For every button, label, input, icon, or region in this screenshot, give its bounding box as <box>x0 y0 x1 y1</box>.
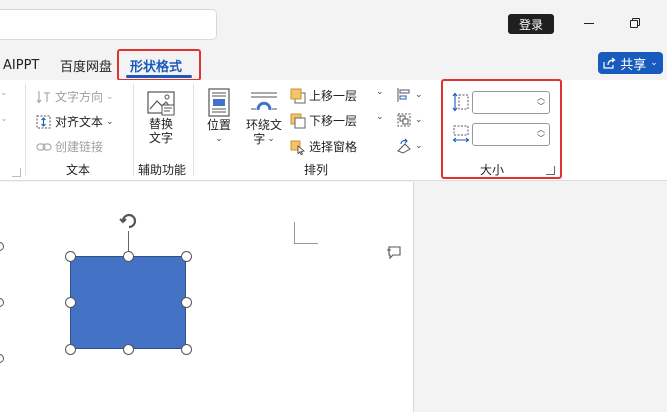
size-dialog-launcher-icon[interactable] <box>546 166 555 175</box>
chevron-down-icon: ⌄ <box>106 116 114 127</box>
alt-text-label-line2: 文字 <box>148 131 173 145</box>
position-label: 位置 <box>206 118 231 132</box>
send-backward-icon <box>290 113 306 128</box>
partial-group-launcher-icon[interactable] <box>12 168 21 177</box>
resize-handle-right[interactable] <box>181 297 192 308</box>
bring-forward-button[interactable]: 上移一层 <box>290 87 357 104</box>
chevron-down-icon: ⌄ <box>376 87 384 97</box>
partial-control-mid: ⌄ <box>0 114 8 124</box>
resize-handle-top-left[interactable] <box>65 251 76 262</box>
chevron-down-icon: ⌄ <box>650 58 658 68</box>
selection-pane-label: 选择窗格 <box>309 140 358 154</box>
tab-active-underline <box>126 75 192 78</box>
chevron-down-icon: ⌄ <box>106 91 114 102</box>
chevron-down-icon: ⌄ <box>215 134 223 144</box>
group-objects-icon <box>397 113 411 127</box>
partial-control-top: ⌄ <box>0 88 8 98</box>
group-objects-button[interactable]: ⌄ <box>396 112 423 128</box>
tab-baidu-netdisk[interactable]: 百度网盘 <box>60 54 112 76</box>
chevron-down-icon: ⌄ <box>415 90 423 100</box>
create-link-button[interactable]: 创建链接 <box>36 138 103 155</box>
resize-handle-top[interactable] <box>123 251 134 262</box>
minimize-icon <box>584 22 594 24</box>
resize-handle-bottom-right[interactable] <box>181 344 192 355</box>
align-objects-icon <box>397 88 410 102</box>
position-icon <box>208 88 230 117</box>
alt-text-label-line1: 替换 <box>148 117 173 131</box>
share-icon <box>603 57 616 69</box>
alt-text-button[interactable]: 替换 文字 <box>146 89 176 145</box>
resize-handle-bottom[interactable] <box>123 344 134 355</box>
chevron-down-icon: ⌄ <box>376 112 384 122</box>
height-spinner[interactable]: ︿ ﹀ <box>472 91 550 114</box>
align-button[interactable]: ⌄ <box>396 87 423 103</box>
title-bar: 登录 <box>0 0 667 48</box>
create-link-label: 创建链接 <box>55 140 104 154</box>
accessibility-group-label: 辅助功能 <box>138 163 187 177</box>
login-button[interactable]: 登录 <box>508 14 554 34</box>
size-group-label: 大小 <box>480 163 505 177</box>
document-canvas[interactable] <box>0 182 413 412</box>
comment-icon[interactable] <box>386 246 402 263</box>
send-backward-button[interactable]: 下移一层 <box>290 112 357 129</box>
rotate-icon <box>397 138 411 154</box>
send-backward-dropdown[interactable]: ⌄ <box>376 112 384 122</box>
chevron-down-icon: ⌄ <box>415 141 423 151</box>
align-text-label: 对齐文本 <box>55 115 104 129</box>
side-pane <box>413 182 667 412</box>
divider <box>193 84 194 176</box>
spinner-arrows-icon[interactable]: ︿ ﹀ <box>537 125 545 143</box>
send-backward-label: 下移一层 <box>309 114 358 128</box>
selected-rectangle-shape[interactable] <box>70 256 186 349</box>
wrap-text-label-line2: 字 <box>253 132 266 146</box>
resize-handle-left[interactable] <box>65 297 76 308</box>
wrap-text-label-line1: 环绕文 <box>246 118 283 132</box>
tab-aippt[interactable]: AIPPT <box>3 54 39 76</box>
search-box[interactable] <box>0 9 217 40</box>
position-button[interactable]: 位置 ⌄ <box>206 88 232 146</box>
wrap-text-button[interactable]: 环绕文 字 ⌄ <box>246 88 282 146</box>
text-group-label: 文本 <box>66 163 91 177</box>
resize-handle-bottom-left[interactable] <box>65 344 76 355</box>
arrange-group-label: 排列 <box>304 163 329 177</box>
wrap-text-icon <box>251 92 277 111</box>
alt-text-icon <box>147 91 175 116</box>
rotate-button[interactable]: ⌄ <box>396 138 423 154</box>
align-text-icon <box>36 115 51 128</box>
selection-pane-button[interactable]: 选择窗格 <box>290 138 357 155</box>
divider <box>25 84 26 176</box>
selection-pane-icon <box>290 140 305 155</box>
bring-forward-label: 上移一层 <box>309 89 358 103</box>
chevron-down-icon: ⌄ <box>267 134 275 144</box>
spinner-arrows-icon[interactable]: ︿ ﹀ <box>537 93 545 111</box>
divider <box>133 84 134 176</box>
chevron-down-icon: ⌄ <box>415 115 423 125</box>
ribbon-tabs: AIPPT 百度网盘 形状格式 <box>0 48 667 82</box>
text-direction-icon <box>36 90 50 103</box>
bring-forward-icon <box>290 88 306 103</box>
restore-icon <box>630 18 640 28</box>
width-spinner[interactable]: ︿ ﹀ <box>472 123 550 146</box>
resize-handle-top-right[interactable] <box>181 251 192 262</box>
bring-forward-dropdown[interactable]: ⌄ <box>376 87 384 97</box>
margin-corner-mark <box>294 222 318 244</box>
height-icon <box>452 92 470 115</box>
minimize-button[interactable] <box>574 12 604 34</box>
rotate-handle-icon[interactable] <box>118 210 140 235</box>
share-label: 共享 <box>620 57 647 73</box>
share-button[interactable]: 共享 ⌄ <box>598 52 663 74</box>
link-icon <box>36 142 52 151</box>
tab-shape-format[interactable]: 形状格式 <box>130 54 182 76</box>
restore-button[interactable] <box>620 12 650 34</box>
width-icon <box>452 124 470 147</box>
align-text-button[interactable]: 对齐文本 ⌄ <box>36 113 114 130</box>
text-direction-button[interactable]: 文字方向 ⌄ <box>36 88 114 105</box>
text-direction-label: 文字方向 <box>55 90 104 104</box>
